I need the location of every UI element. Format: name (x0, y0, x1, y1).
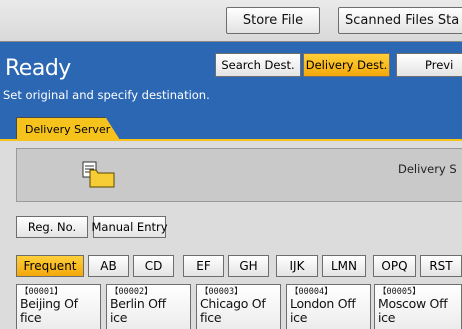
search-dest-button[interactable]: Search Dest. (215, 53, 301, 77)
destination-item[interactable]: 【00004】 London Off ice (286, 284, 371, 329)
scanned-files-status-button[interactable]: Scanned Files Sta (338, 7, 462, 34)
destination-name: Moscow Off (378, 296, 448, 311)
instruction-text: Set original and specify destination. (3, 88, 210, 102)
destination-name: Berlin Off (110, 296, 166, 311)
tab-delivery-server[interactable]: Delivery Server (16, 117, 120, 140)
destination-name: Beijing Of (20, 296, 78, 311)
destination-item[interactable]: 【00003】 Chicago Of fice (196, 284, 281, 329)
manual-entry-button[interactable]: Manual Entry (91, 216, 168, 238)
store-file-button[interactable]: Store File (226, 7, 320, 34)
index-tab-ef[interactable]: EF (183, 255, 224, 277)
index-tab-lmn[interactable]: LMN (322, 255, 366, 277)
index-tab-rst[interactable]: RST (420, 255, 462, 277)
preview-button[interactable]: Previ (396, 53, 462, 77)
index-tab-frequent[interactable]: Frequent (16, 255, 84, 277)
index-tab-opq[interactable]: OPQ (373, 255, 416, 277)
destination-item[interactable]: 【00005】 Moscow Off ice (374, 284, 462, 329)
destination-name: London Off (290, 296, 356, 311)
destination-item[interactable]: 【00002】 Berlin Off ice (106, 284, 191, 329)
destination-name-cont: ice (378, 310, 396, 325)
status-title: Ready (5, 56, 71, 81)
destination-name: Chicago Of (200, 296, 266, 311)
destination-name-cont: ice (290, 310, 308, 325)
delivery-dest-button[interactable]: Delivery Dest. (303, 53, 390, 77)
delivery-server-label: Delivery S (398, 162, 457, 176)
destination-name-cont: fice (200, 310, 222, 325)
destination-name-cont: fice (20, 310, 42, 325)
index-tab-ijk[interactable]: IJK (276, 255, 318, 277)
index-tab-cd[interactable]: CD (133, 255, 174, 277)
folder-icon (82, 161, 115, 188)
destination-name-cont: ice (110, 310, 128, 325)
destination-item[interactable]: 【00001】 Beijing Of fice (16, 284, 101, 329)
reg-no-button[interactable]: Reg. No. (16, 216, 88, 238)
index-tab-gh[interactable]: GH (228, 255, 269, 277)
index-tab-ab[interactable]: AB (88, 255, 129, 277)
